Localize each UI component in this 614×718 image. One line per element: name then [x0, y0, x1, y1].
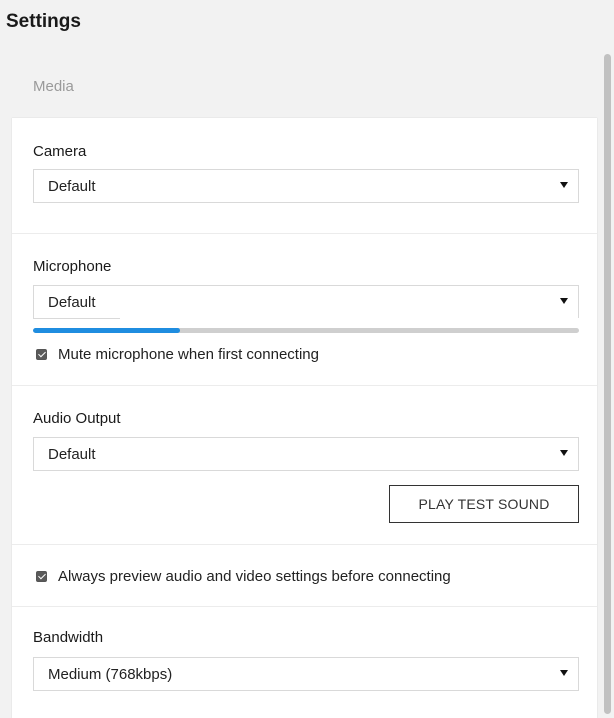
- microphone-select-edge: [120, 318, 579, 320]
- mute-microphone-row[interactable]: Mute microphone when first connecting: [36, 346, 319, 363]
- camera-label: Camera: [33, 143, 87, 160]
- caret-down-icon: [560, 182, 568, 188]
- divider: [12, 385, 597, 386]
- play-test-sound-button[interactable]: PLAY TEST SOUND: [389, 485, 579, 523]
- checkbox-checked-icon[interactable]: [36, 349, 47, 360]
- page-title: Settings: [6, 11, 81, 32]
- always-preview-label: Always preview audio and video settings …: [58, 568, 451, 585]
- audio-output-label: Audio Output: [33, 410, 121, 427]
- microphone-label: Microphone: [33, 258, 112, 275]
- divider: [12, 606, 597, 607]
- camera-select[interactable]: Default: [33, 169, 579, 203]
- caret-down-icon: [560, 298, 568, 304]
- caret-down-icon: [560, 670, 568, 676]
- audio-output-select-value: Default: [48, 446, 96, 463]
- scrollbar-thumb[interactable]: [604, 54, 611, 714]
- bandwidth-select[interactable]: Medium (768kbps): [33, 657, 579, 691]
- mute-microphone-label: Mute microphone when first connecting: [58, 346, 319, 363]
- checkbox-checked-icon[interactable]: [36, 571, 47, 582]
- microphone-select-value: Default: [48, 294, 96, 311]
- microphone-level-meter: [33, 328, 579, 333]
- divider: [12, 233, 597, 234]
- bandwidth-select-value: Medium (768kbps): [48, 666, 173, 683]
- microphone-level-fill: [33, 328, 181, 333]
- bandwidth-label: Bandwidth: [33, 629, 104, 646]
- audio-output-select[interactable]: Default: [33, 437, 579, 471]
- section-label-media: Media: [33, 78, 74, 95]
- caret-down-icon: [560, 450, 568, 456]
- microphone-select[interactable]: Default: [33, 285, 579, 319]
- always-preview-row[interactable]: Always preview audio and video settings …: [36, 568, 451, 585]
- divider: [12, 544, 597, 545]
- camera-select-value: Default: [48, 178, 96, 195]
